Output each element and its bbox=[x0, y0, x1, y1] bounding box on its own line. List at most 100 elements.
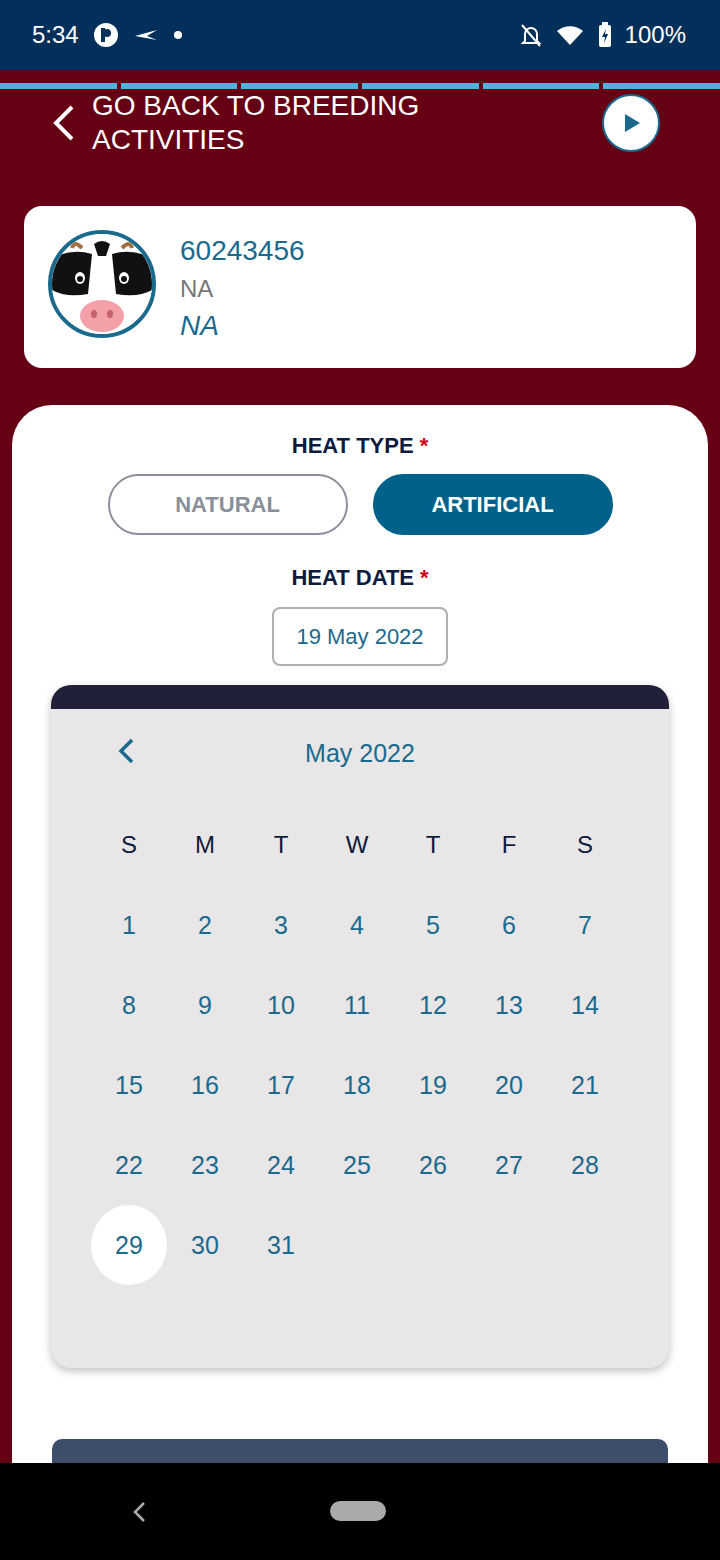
calendar-day[interactable]: 8 bbox=[91, 965, 167, 1045]
day-number[interactable]: 18 bbox=[319, 1045, 395, 1125]
month-title: May 2022 bbox=[51, 739, 669, 768]
day-number[interactable]: 9 bbox=[167, 965, 243, 1045]
calendar-grid: SMTWTFS123456789101112131415161718192021… bbox=[51, 805, 669, 1285]
day-number[interactable]: 7 bbox=[547, 885, 623, 965]
date-value[interactable]: 19 May 2022 bbox=[296, 624, 423, 650]
calendar-day[interactable]: 4 bbox=[319, 885, 395, 965]
day-number[interactable]: 12 bbox=[395, 965, 471, 1045]
calendar-day[interactable]: 28 bbox=[547, 1125, 623, 1205]
calendar-day[interactable]: 7 bbox=[547, 885, 623, 965]
dot-icon bbox=[173, 30, 183, 40]
day-number[interactable]: 19 bbox=[395, 1045, 471, 1125]
back-icon[interactable] bbox=[131, 1500, 147, 1524]
stripe bbox=[483, 83, 600, 89]
stripe bbox=[241, 83, 358, 89]
day-number[interactable]: 22 bbox=[91, 1125, 167, 1205]
heat-date-field[interactable]: 19 May 2022 bbox=[272, 607, 447, 666]
day-number[interactable]: 6 bbox=[471, 885, 547, 965]
calendar-day[interactable]: 17 bbox=[243, 1045, 319, 1125]
stripe bbox=[0, 83, 117, 89]
day-number[interactable]: 27 bbox=[471, 1125, 547, 1205]
day-number[interactable]: 31 bbox=[243, 1205, 319, 1285]
heat-type-option[interactable]: ARTIFICIAL bbox=[373, 474, 613, 535]
calendar-day[interactable]: 19 bbox=[395, 1045, 471, 1125]
animal-breed: NA bbox=[180, 308, 305, 344]
animal-card[interactable]: 60243456NANA bbox=[24, 206, 696, 368]
back-button[interactable]: GO BACK TO BREEDING ACTIVITIES bbox=[50, 89, 472, 157]
day-number[interactable]: 20 bbox=[471, 1045, 547, 1125]
calendar-day[interactable]: 24 bbox=[243, 1125, 319, 1205]
calendar-day[interactable]: 2 bbox=[167, 885, 243, 965]
day-number[interactable]: 4 bbox=[319, 885, 395, 965]
app-notification-icon bbox=[93, 22, 119, 48]
battery-level: 100% bbox=[625, 21, 686, 49]
calendar-day[interactable]: 23 bbox=[167, 1125, 243, 1205]
calendar-day[interactable]: 3 bbox=[243, 885, 319, 965]
calendar-day[interactable]: 12 bbox=[395, 965, 471, 1045]
wifi-icon bbox=[555, 23, 585, 47]
battery-icon bbox=[597, 22, 613, 48]
navigation-bar bbox=[0, 1463, 720, 1560]
calendar-day[interactable]: 14 bbox=[547, 965, 623, 1045]
heat-type-option[interactable]: NATURAL bbox=[108, 474, 348, 535]
heat-date-label: HEAT DATE* bbox=[291, 565, 428, 591]
day-number[interactable]: 28 bbox=[547, 1125, 623, 1205]
day-number[interactable]: 23 bbox=[167, 1125, 243, 1205]
calendar-day[interactable]: 25 bbox=[319, 1125, 395, 1205]
heat-type-toggle: NATURAL ARTIFICIAL bbox=[108, 474, 613, 535]
day-number[interactable]: 21 bbox=[547, 1045, 623, 1125]
save-button[interactable] bbox=[52, 1439, 668, 1463]
calendar-day[interactable]: 13 bbox=[471, 965, 547, 1045]
day-number[interactable]: 1 bbox=[91, 885, 167, 965]
weekday: T bbox=[395, 805, 471, 885]
play-icon bbox=[620, 111, 642, 135]
day-number[interactable]: 15 bbox=[91, 1045, 167, 1125]
flight-icon bbox=[133, 26, 159, 44]
status-left: 5:34 bbox=[32, 21, 183, 49]
day-number[interactable]: 3 bbox=[243, 885, 319, 965]
calendar-day[interactable]: 30 bbox=[167, 1205, 243, 1285]
play-button[interactable] bbox=[602, 94, 660, 152]
status-bar: 5:34 100% bbox=[0, 0, 720, 70]
weekday: S bbox=[547, 805, 623, 885]
day-number[interactable]: 10 bbox=[243, 965, 319, 1045]
calendar: May 2022SMTWTFS1234567891011121314151617… bbox=[51, 685, 669, 1368]
day-number[interactable]: 8 bbox=[91, 965, 167, 1045]
previous-month-button[interactable] bbox=[117, 737, 135, 769]
notifications-off-icon bbox=[519, 22, 543, 48]
day-number[interactable]: 25 bbox=[319, 1125, 395, 1205]
calendar-day[interactable]: 22 bbox=[91, 1125, 167, 1205]
calendar-day[interactable]: 27 bbox=[471, 1125, 547, 1205]
day-number[interactable]: 24 bbox=[243, 1125, 319, 1205]
day-number[interactable]: 2 bbox=[167, 885, 243, 965]
calendar-day[interactable]: 16 bbox=[167, 1045, 243, 1125]
weekday: S bbox=[91, 805, 167, 885]
calendar-day[interactable]: 10 bbox=[243, 965, 319, 1045]
day-number[interactable]: 30 bbox=[167, 1205, 243, 1285]
calendar-day[interactable]: 20 bbox=[471, 1045, 547, 1125]
calendar-day[interactable]: 15 bbox=[91, 1045, 167, 1125]
back-label[interactable]: GO BACK TO BREEDING ACTIVITIES bbox=[92, 89, 472, 157]
day-number[interactable]: 13 bbox=[471, 965, 547, 1045]
calendar-day[interactable]: 29 bbox=[91, 1205, 167, 1285]
day-number[interactable]: 14 bbox=[547, 965, 623, 1045]
calendar-day[interactable]: 5 bbox=[395, 885, 471, 965]
day-number[interactable]: 16 bbox=[167, 1045, 243, 1125]
calendar-day[interactable]: 11 bbox=[319, 965, 395, 1045]
calendar-day[interactable]: 9 bbox=[167, 965, 243, 1045]
animal-info: 60243456NANA bbox=[180, 230, 305, 344]
day-number[interactable]: 11 bbox=[319, 965, 395, 1045]
label-text: HEAT DATE bbox=[291, 565, 414, 590]
day-number[interactable]: 26 bbox=[395, 1125, 471, 1205]
day-number[interactable]: 5 bbox=[395, 885, 471, 965]
calendar-day[interactable]: 1 bbox=[91, 885, 167, 965]
calendar-day[interactable]: 18 bbox=[319, 1045, 395, 1125]
calendar-day[interactable]: 21 bbox=[547, 1045, 623, 1125]
day-number[interactable]: 17 bbox=[243, 1045, 319, 1125]
calendar-day[interactable]: 26 bbox=[395, 1125, 471, 1205]
calendar-day[interactable]: 31 bbox=[243, 1205, 319, 1285]
day-number[interactable]: 29 bbox=[91, 1205, 167, 1285]
home-button[interactable] bbox=[330, 1501, 386, 1521]
calendar-day[interactable]: 6 bbox=[471, 885, 547, 965]
cow-avatar-icon bbox=[48, 230, 156, 338]
